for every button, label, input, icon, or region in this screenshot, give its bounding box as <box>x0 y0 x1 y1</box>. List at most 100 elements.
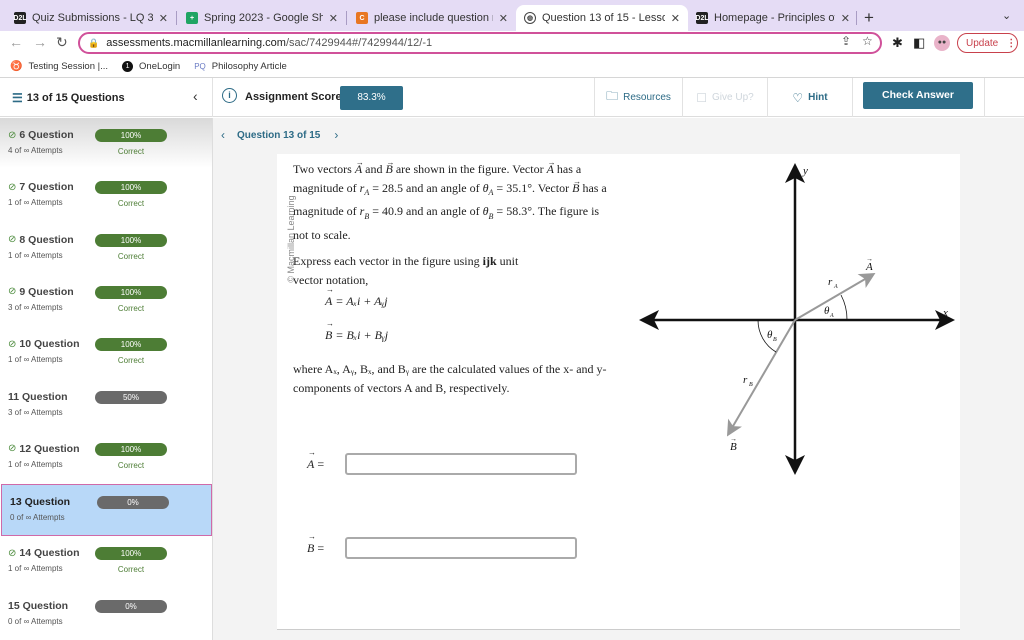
sidebar-question-item[interactable]: ⊘ 9 Question 3 of ∞ Attempts 100% Correct <box>0 275 212 327</box>
attempts-count: 1 of ∞ Attempts <box>8 198 63 208</box>
check-circle-icon: ⊘ <box>8 286 17 298</box>
sidebar-question-item[interactable]: 11 Question 3 of ∞ Attempts 50% <box>0 380 212 432</box>
attempts-count: 3 of ∞ Attempts <box>8 407 63 417</box>
question-text: Two vectors A and B are shown in the fig… <box>293 160 613 297</box>
browser-toolbar: ← → ↻ 🔒 assessments.macmillanlearning.co… <box>0 31 1024 56</box>
previous-question-icon[interactable]: ‹ <box>221 128 225 142</box>
equation-a: A = Aₓi + Aᵧj <box>325 294 388 309</box>
tab-divider <box>346 11 347 25</box>
instruction-paragraph: Express each vector in the figure using … <box>293 253 519 287</box>
score-progress-bar: 100% <box>95 442 167 456</box>
give-up-button[interactable]: ☐ Give Up? <box>682 78 767 117</box>
attempts-count: 1 of ∞ Attempts <box>8 250 63 260</box>
assignment-header: ☰ 13 of 15 Questions ‹ i Assignment Scor… <box>0 78 1024 117</box>
answer-row-b: B = <box>307 537 577 559</box>
profile-avatar[interactable]: ●● <box>934 35 950 51</box>
score-progress-bar: 100% <box>95 181 167 195</box>
extensions-icon[interactable]: ✱ <box>892 35 903 51</box>
folder-icon: 🗀 <box>606 89 619 103</box>
browser-tab-bar: D2L Quiz Submissions - LQ 3 - Prin ✕ + S… <box>0 0 1024 31</box>
d2l-icon: D2L <box>695 12 709 24</box>
vector-a-arrowhead-glyph: → <box>866 256 873 263</box>
bookmark-item[interactable]: PQ Philosophy Article <box>194 61 287 72</box>
browser-tab[interactable]: D2L Quiz Submissions - LQ 3 - Prin ✕ <box>6 5 176 31</box>
question-name: ⊘ 7 Question <box>8 181 74 194</box>
divider <box>984 78 985 117</box>
lock-icon: 🔒 <box>88 37 100 48</box>
question-paragraph: Two vectors A and B are shown in the fig… <box>293 160 613 245</box>
update-button[interactable]: Update ⋮ <box>957 33 1018 53</box>
check-circle-icon: ⊘ <box>8 234 17 246</box>
new-tab-button[interactable]: + <box>864 8 874 28</box>
r-a-label: r <box>828 276 833 288</box>
info-icon[interactable]: i <box>222 88 237 103</box>
chegg-icon: C <box>356 12 368 24</box>
vector-b-answer-input[interactable] <box>345 537 577 559</box>
sidebar-question-item[interactable]: ⊘ 7 Question 1 of ∞ Attempts 100% Correct <box>0 170 212 222</box>
check-circle-icon: ⊘ <box>8 547 17 559</box>
browser-tab[interactable]: D2L Homepage - Principles of Phys ✕ <box>688 5 858 31</box>
give-up-icon: ☐ <box>696 90 708 105</box>
question-name: ⊘ 12 Question <box>8 442 80 455</box>
sidebar-question-item[interactable]: ⊘ 14 Question 1 of ∞ Attempts 100% Correct <box>0 536 212 588</box>
tab-divider <box>856 11 857 25</box>
question-name: ⊘ 9 Question <box>8 285 74 298</box>
sidebar-question-item[interactable]: ⊘ 12 Question 1 of ∞ Attempts 100% Correct <box>0 432 212 484</box>
vector-a-answer-input[interactable] <box>345 453 577 475</box>
d2l-icon: D2L <box>13 12 27 24</box>
side-panel-icon[interactable]: ◧ <box>913 35 925 51</box>
attempts-count: 1 of ∞ Attempts <box>8 459 63 469</box>
question-list-toggle[interactable]: ☰ 13 of 15 Questions <box>12 91 125 105</box>
check-answer-button[interactable]: Check Answer <box>863 82 973 109</box>
score-progress-bar: 100% <box>95 338 167 352</box>
check-circle-icon: ⊘ <box>8 181 17 193</box>
score-progress-bar: 100% <box>95 285 167 299</box>
browser-tab-active[interactable]: ◍ Question 13 of 15 - Lesson 2: V ✕ <box>516 5 688 31</box>
sidebar-question-item[interactable]: ⊘ 8 Question 1 of ∞ Attempts 100% Correct <box>0 223 212 275</box>
score-progress-bar: 100% <box>95 233 167 247</box>
attempts-count: 0 of ∞ Attempts <box>10 513 65 523</box>
hint-button[interactable]: ♡ Hint <box>767 78 852 117</box>
tab-search-chevron-icon[interactable]: ⌄ <box>1002 9 1011 22</box>
forward-icon[interactable]: → <box>33 34 47 50</box>
sidebar-question-item[interactable]: ⊘ 6 Question 4 of ∞ Attempts 100% Correct <box>0 118 212 170</box>
lightbulb-icon: ♡ <box>792 90 804 105</box>
tab-divider <box>176 11 177 25</box>
collapse-sidebar-chevron-icon[interactable]: ‹ <box>193 88 198 104</box>
where-text: where Aₓ, Aᵧ, Bₓ, and Bᵧ are the calcula… <box>293 362 607 395</box>
back-icon[interactable]: ← <box>9 34 23 50</box>
vector-b-arrowhead-glyph: → <box>730 436 737 443</box>
close-tab-icon[interactable]: ✕ <box>159 12 168 25</box>
sidebar-question-item[interactable]: 13 Question 0 of ∞ Attempts 0% <box>1 484 212 537</box>
close-tab-icon[interactable]: ✕ <box>671 12 680 25</box>
address-bar[interactable]: 🔒 assessments.macmillanlearning.com/sac/… <box>78 32 882 54</box>
close-tab-icon[interactable]: ✕ <box>841 12 850 25</box>
theta-b-sub: B <box>773 337 777 343</box>
check-circle-icon: ⊘ <box>8 443 17 455</box>
attempts-count: 3 of ∞ Attempts <box>8 302 63 312</box>
theta-a-sub: A <box>829 313 834 319</box>
question-name: ⊘ 6 Question <box>8 129 74 141</box>
reload-icon[interactable]: ↻ <box>56 34 68 51</box>
question-name: ⊘ 14 Question <box>8 547 80 560</box>
browser-tab[interactable]: + Spring 2023 - Google Sheets ✕ <box>178 5 346 31</box>
sidebar-question-item[interactable]: ⊘ 10 Question 1 of ∞ Attempts 100% Correct <box>0 327 212 379</box>
bookmark-item[interactable]: 1 OneLogin <box>122 61 180 72</box>
resources-button[interactable]: 🗀 Resources <box>594 78 682 117</box>
score-progress-bar: 100% <box>95 129 167 142</box>
close-tab-icon[interactable]: ✕ <box>329 12 338 25</box>
next-question-icon[interactable]: › <box>334 128 338 142</box>
sidebar-question-item[interactable]: 15 Question 0 of ∞ Attempts 0% <box>0 589 212 640</box>
close-tab-icon[interactable]: ✕ <box>499 12 508 25</box>
share-icon[interactable]: ⇪ <box>841 34 851 48</box>
menu-dots-icon: ⋮ <box>1006 37 1017 49</box>
globe-icon: ◍ <box>524 12 536 24</box>
status-label: Correct <box>117 356 145 366</box>
r-a-sub: A <box>833 284 838 290</box>
bookmark-item[interactable]: ♉ Testing Session |... <box>10 61 108 72</box>
browser-tab[interactable]: C please include question numbe ✕ <box>348 5 516 31</box>
question-name: ⊘ 10 Question <box>8 338 80 351</box>
question-name: ⊘ 8 Question <box>8 233 74 246</box>
bookmark-star-icon[interactable]: ☆ <box>862 34 873 48</box>
y-axis-label: y <box>802 165 808 177</box>
